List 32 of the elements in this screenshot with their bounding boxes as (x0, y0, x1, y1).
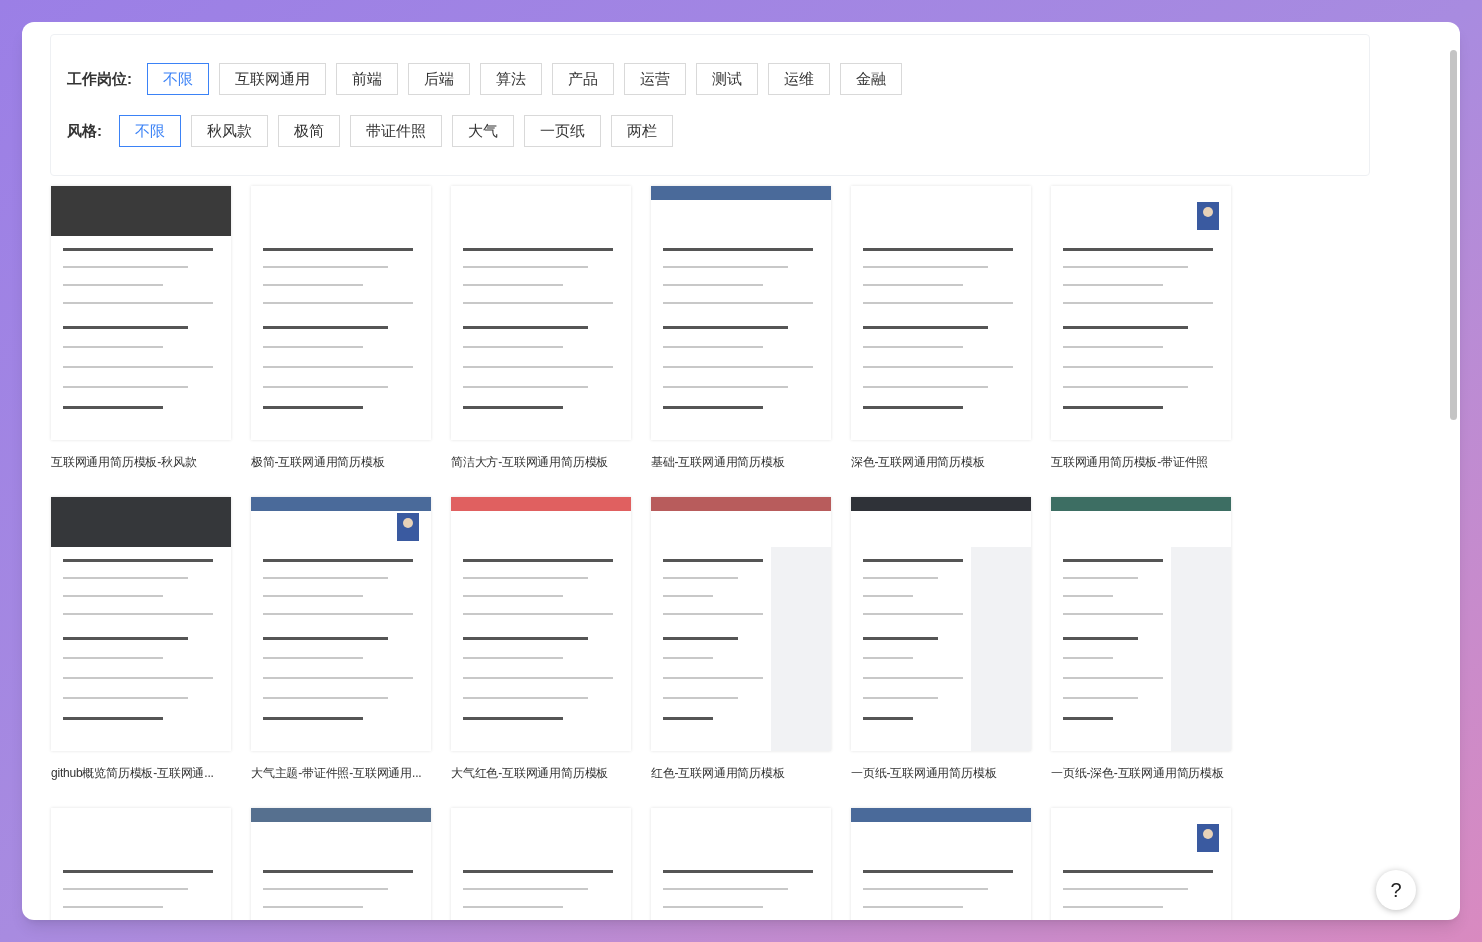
filter-option[interactable]: 秋风款 (191, 115, 268, 147)
filter-option[interactable]: 前端 (336, 63, 398, 95)
template-title[interactable]: 基础-互联网通用简历模板 (651, 455, 785, 469)
filter-option[interactable]: 测试 (696, 63, 758, 95)
filter-option[interactable]: 算法 (480, 63, 542, 95)
template-title[interactable]: 极简-互联网通用简历模板 (251, 455, 385, 469)
filter-option[interactable]: 后端 (408, 63, 470, 95)
filter-option[interactable]: 运营 (624, 63, 686, 95)
filter-option[interactable]: 运维 (768, 63, 830, 95)
filter-option[interactable]: 产品 (552, 63, 614, 95)
filter-option[interactable]: 两栏 (611, 115, 673, 147)
filter-option[interactable]: 极简 (278, 115, 340, 147)
template-title[interactable]: 互联网通用简历模板-秋风款 (51, 455, 197, 469)
filter-option[interactable]: 带证件照 (350, 115, 442, 147)
template-title[interactable]: github概览简历模板-互联网通... (51, 766, 214, 780)
help-button[interactable]: ? (1376, 870, 1416, 910)
template-title[interactable]: 大气主题-带证件照-互联网通用... (251, 766, 422, 780)
filter-label: 风格: (67, 120, 99, 141)
template-title[interactable]: 红色-互联网通用简历模板 (651, 766, 785, 780)
filter-option[interactable]: 金融 (840, 63, 902, 95)
filter-option[interactable]: 一页纸 (524, 115, 601, 147)
filter-option[interactable]: 不限 (147, 63, 209, 95)
template-title[interactable]: 大气红色-互联网通用简历模板 (451, 766, 609, 780)
template-title[interactable]: 一页纸-互联网通用简历模板 (851, 766, 997, 780)
filter-option[interactable]: 不限 (119, 115, 181, 147)
template-title[interactable]: 互联网通用简历模板-带证件照 (1051, 455, 1209, 469)
template-title[interactable]: 深色-互联网通用简历模板 (851, 455, 985, 469)
filter-option[interactable]: 大气 (452, 115, 514, 147)
template-title[interactable]: 简洁大方-互联网通用简历模板 (451, 455, 609, 469)
scrollbar-thumb[interactable] (1450, 50, 1457, 420)
template-title[interactable]: 一页纸-深色-互联网通用简历模板 (1051, 766, 1224, 780)
filter-option[interactable]: 互联网通用 (219, 63, 326, 95)
